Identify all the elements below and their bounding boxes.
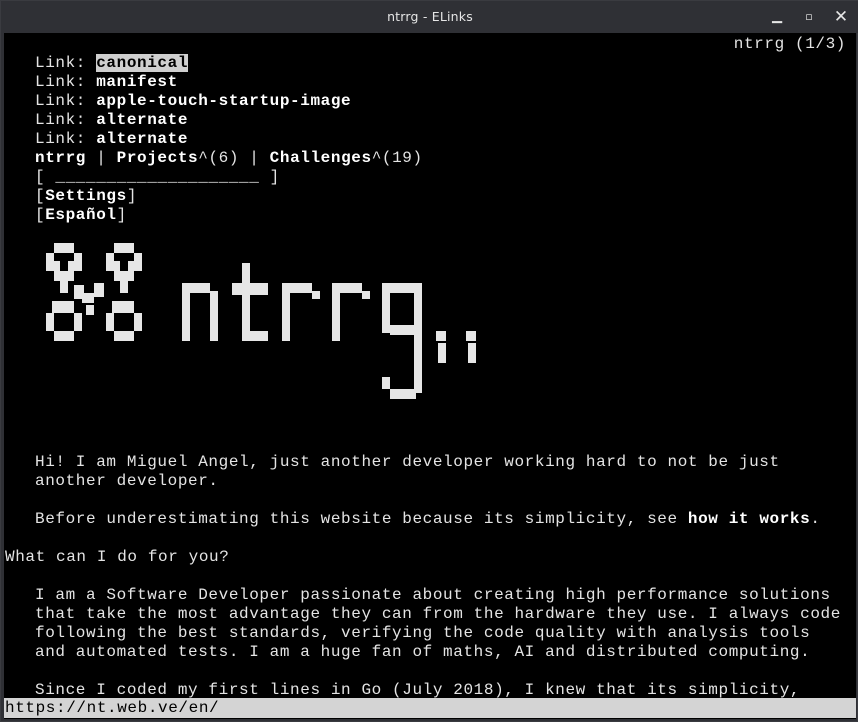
paragraph-line: I am a Software Developer passionate abo… <box>35 586 831 604</box>
bracket-close: ] <box>116 206 127 224</box>
elinks-window: ntrrg - ELinks ▁ ▫ ✕ ntrrg (1/3) Link: c… <box>0 0 858 722</box>
intro-before-period: . <box>810 510 821 528</box>
site-nav: ntrrg | Projects^(6) | Challenges^(19) <box>35 149 423 168</box>
intro-before-row: Before underestimating this website beca… <box>35 510 821 529</box>
language-row: [Español] <box>35 206 127 225</box>
link-alternate[interactable]: alternate <box>96 111 188 129</box>
window-title: ntrrg - ELinks <box>387 9 473 24</box>
section-heading: What can I do for you? <box>5 548 230 566</box>
link-prefix: Link: <box>35 73 97 91</box>
link-prefix: Link: <box>35 92 97 110</box>
nav-home-link[interactable]: ntrrg <box>35 149 86 167</box>
link-prefix: Link: <box>35 130 97 148</box>
intro-line-2: another developer. <box>35 472 219 490</box>
link-canonical[interactable]: canonical <box>96 54 189 72</box>
link-prefix: Link: <box>35 111 97 129</box>
nav-separator: | <box>239 149 270 167</box>
link-apple-touch-row: Link: apple-touch-startup-image <box>35 92 351 111</box>
link-alternate-row: Link: alternate <box>35 130 188 149</box>
link-alternate[interactable]: alternate <box>96 130 188 148</box>
paragraph-line: following the best standards, verifying … <box>35 624 811 642</box>
link-manifest[interactable]: manifest <box>96 73 178 91</box>
close-icon[interactable]: ✕ <box>830 7 852 27</box>
nav-challenges-link[interactable]: Challenges <box>270 149 372 167</box>
nav-separator: | <box>86 149 117 167</box>
link-canonical-row: Link: canonical <box>35 54 189 73</box>
nav-projects-count: ^(6) <box>198 149 240 167</box>
title-bar: ntrrg - ELinks ▁ ▫ ✕ <box>1 1 858 33</box>
intro-line-1: Hi! I am Miguel Angel, just another deve… <box>35 453 780 471</box>
ntrrg-logo-icon <box>46 243 476 399</box>
search-input[interactable]: [ ____________________ ] <box>35 168 280 187</box>
link-apple-touch-startup-image[interactable]: apple-touch-startup-image <box>96 92 351 110</box>
settings-button[interactable]: Settings <box>45 187 127 205</box>
how-it-works-link[interactable]: how it works <box>688 510 810 528</box>
settings-row: [Settings] <box>35 187 137 206</box>
page-title-indicator: ntrrg (1/3) <box>733 35 846 53</box>
bracket-close: ] <box>126 187 138 205</box>
minimize-icon[interactable]: ▁ <box>766 7 788 27</box>
link-manifest-row: Link: manifest <box>35 73 178 92</box>
paragraph-line: that take the most advantage they can fr… <box>35 605 841 623</box>
language-button[interactable]: Español <box>45 206 116 224</box>
link-alternate-row: Link: alternate <box>35 111 188 130</box>
maximize-icon[interactable]: ▫ <box>798 7 820 27</box>
nav-challenges-count: ^(19) <box>371 149 423 167</box>
browser-viewport: ntrrg (1/3) Link: canonical Link: manife… <box>4 33 856 719</box>
status-bar-url: https://nt.web.ve/en/ <box>4 698 856 718</box>
nav-projects-link[interactable]: Projects <box>117 149 199 167</box>
bracket-open: [ <box>35 187 46 205</box>
paragraph-line: and automated tests. I am a huge fan of … <box>35 643 811 661</box>
link-prefix: Link: <box>35 54 97 72</box>
intro-before-text: Before underestimating this website beca… <box>35 510 688 528</box>
bracket-open: [ <box>35 206 46 224</box>
